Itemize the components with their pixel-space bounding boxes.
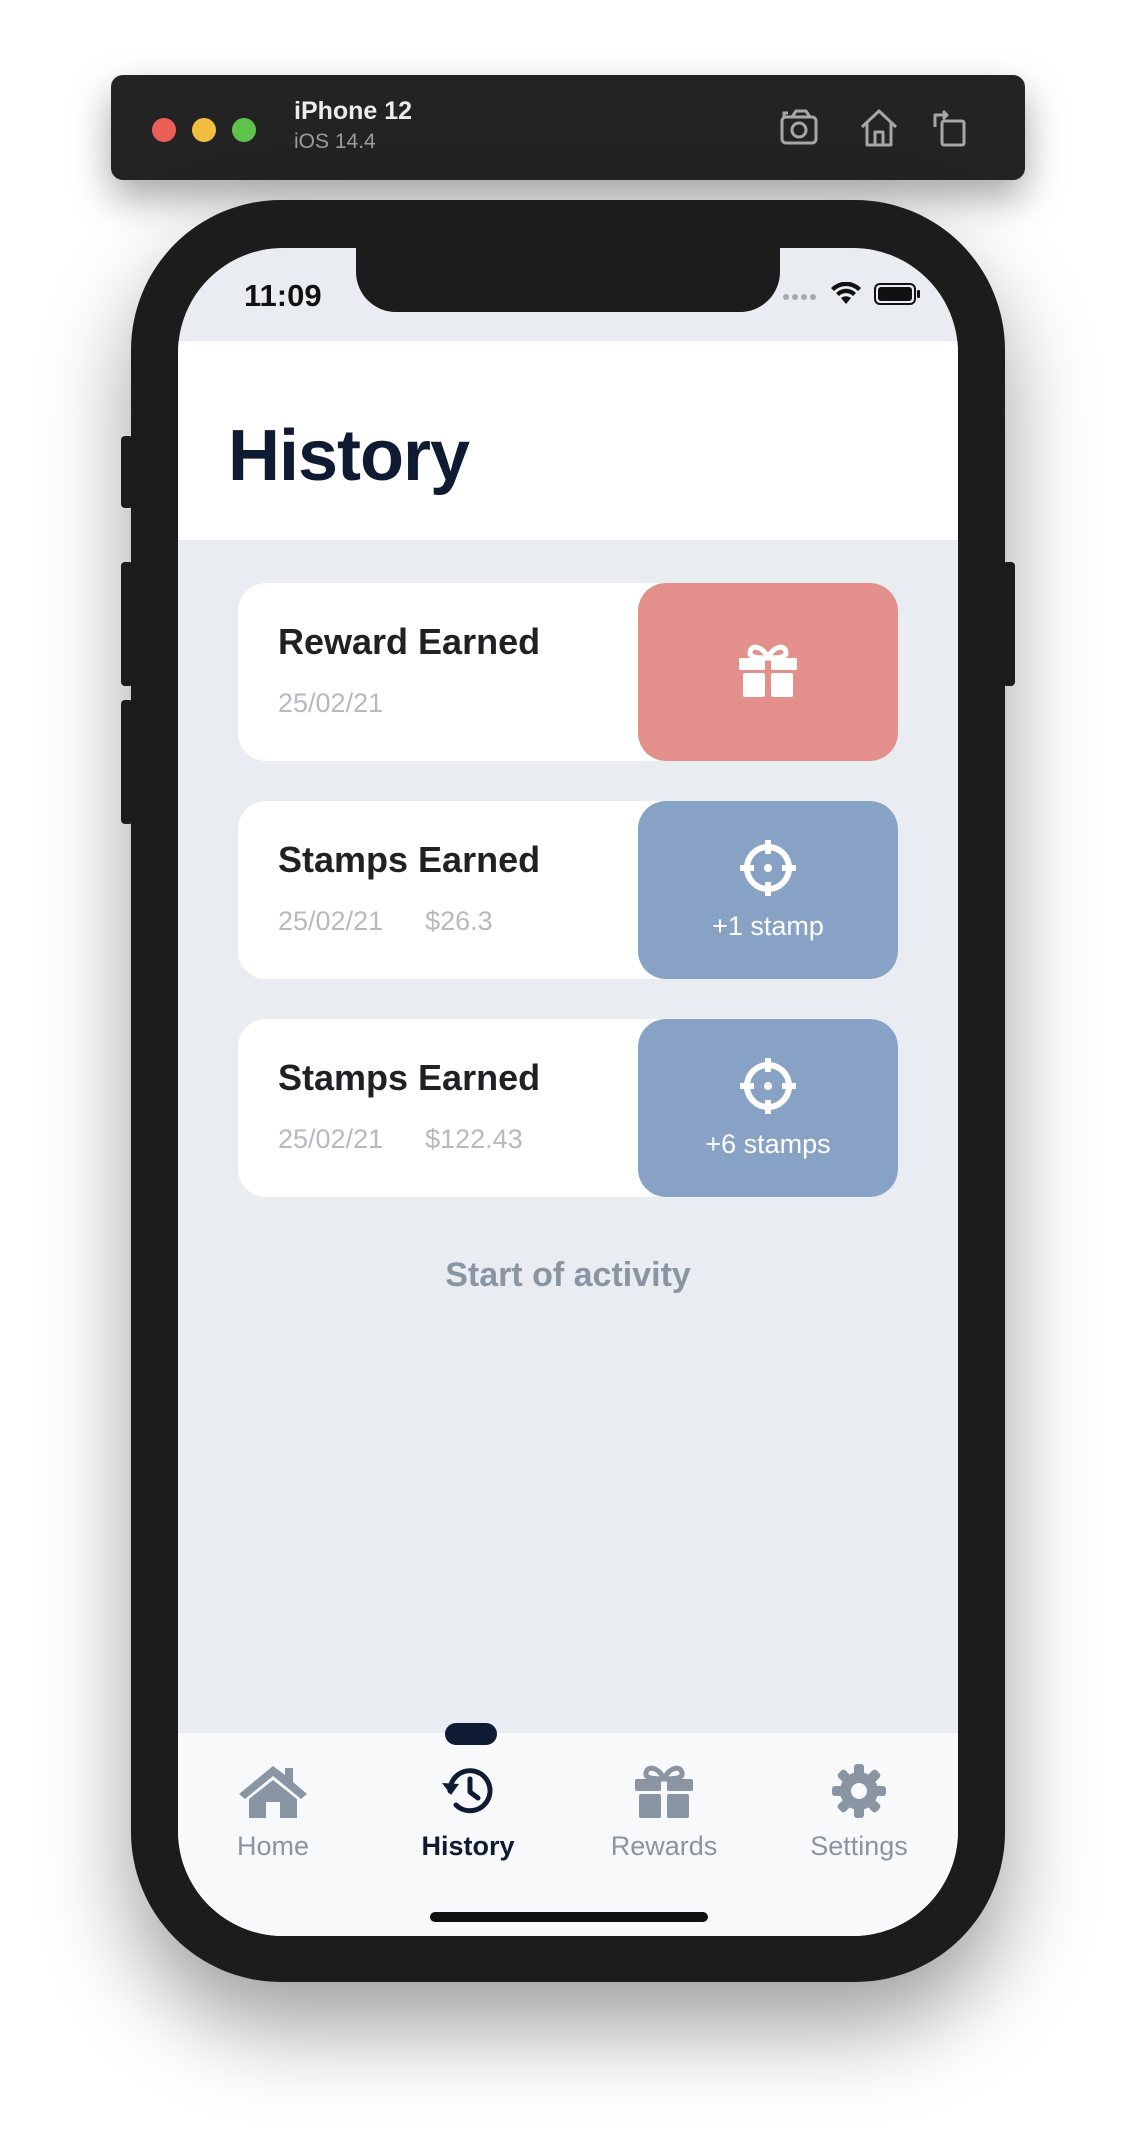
tab-label: Settings [810, 1831, 908, 1861]
side-button [1003, 562, 1015, 686]
volume-down-button [121, 700, 133, 824]
tab-label: History [421, 1831, 515, 1861]
gear-icon [784, 1763, 934, 1819]
battery-icon [874, 282, 922, 311]
wifi-icon [830, 281, 862, 311]
notch [356, 248, 780, 312]
simulator-title-bar: iPhone 12 iOS 14.4 [111, 75, 1025, 180]
cellular-signal-icon [782, 288, 818, 306]
tab-rewards[interactable]: Rewards [589, 1763, 739, 1862]
activity-meta: 25/02/21 $26.3 [278, 906, 493, 937]
volume-up-button [121, 562, 133, 686]
history-icon [393, 1763, 543, 1819]
stamp-count-label: +1 stamp [712, 911, 824, 941]
mute-switch [121, 436, 133, 508]
phone-screen: 11:09 History Reward Earned 25/02/21 Sta… [178, 248, 958, 1936]
activity-date: 25/02/21 [278, 1124, 384, 1154]
activity-title: Stamps Earned [278, 1057, 541, 1098]
tab-label: Rewards [610, 1831, 718, 1861]
activity-card[interactable]: Stamps Earned 25/02/21 $26.3 +1 stamp [238, 801, 898, 979]
tab-settings[interactable]: Settings [784, 1763, 934, 1862]
status-time: 11:09 [244, 278, 322, 313]
stamp-count-label: +6 stamps [705, 1129, 831, 1159]
activity-amount: $26.3 [425, 906, 493, 936]
tab-label: Home [236, 1831, 310, 1861]
os-version: iOS 14.4 [294, 130, 376, 153]
close-window-button[interactable] [152, 118, 176, 142]
activity-date: 25/02/21 [278, 906, 384, 936]
tab-home[interactable]: Home [198, 1763, 348, 1862]
active-tab-indicator [445, 1723, 497, 1745]
gift-icon [589, 1763, 739, 1819]
activity-meta: 25/02/21 $122.43 [278, 1124, 523, 1155]
home-icon [198, 1763, 348, 1819]
activity-amount: $122.43 [425, 1124, 523, 1154]
stamp-badge: +1 stamp [638, 801, 898, 979]
status-indicators [782, 281, 922, 311]
tab-history[interactable]: History [393, 1763, 543, 1862]
activity-card[interactable]: Reward Earned 25/02/21 [238, 583, 898, 761]
crosshair-icon [738, 838, 798, 903]
stamp-badge: +6 stamps [638, 1019, 898, 1197]
gift-icon [737, 642, 799, 703]
tab-bar: Home History Rewards Settings [178, 1723, 958, 1936]
activity-card[interactable]: Stamps Earned 25/02/21 $122.43 +6 stamps [238, 1019, 898, 1197]
activity-title: Reward Earned [278, 621, 541, 662]
page-header: History [178, 341, 958, 540]
home-icon[interactable] [856, 105, 902, 151]
screenshot-icon[interactable] [778, 105, 824, 151]
activity-date: 25/02/21 [278, 688, 384, 718]
reward-badge [638, 583, 898, 761]
minimize-window-button[interactable] [192, 118, 216, 142]
zoom-window-button[interactable] [232, 118, 256, 142]
activity-meta: 25/02/21 [278, 688, 383, 719]
device-name: iPhone 12 [294, 97, 413, 125]
home-indicator [430, 1912, 708, 1922]
rotate-icon[interactable] [927, 105, 973, 151]
page-title: History [228, 416, 470, 496]
start-of-activity-text: Start of activity [445, 1256, 691, 1294]
activity-title: Stamps Earned [278, 839, 541, 880]
crosshair-icon [738, 1056, 798, 1121]
